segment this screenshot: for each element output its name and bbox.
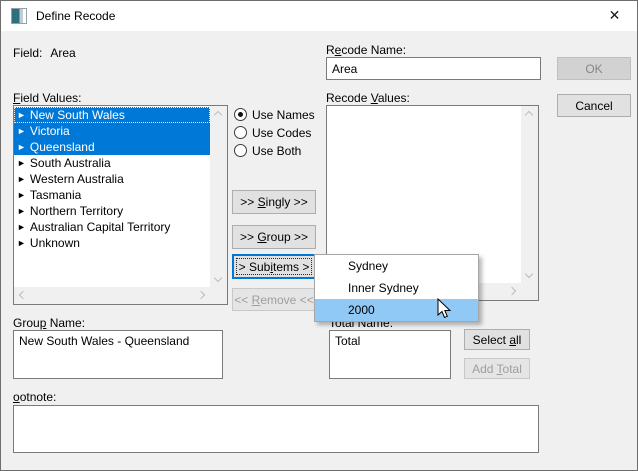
field-value: Area	[50, 46, 75, 60]
scroll-right-icon[interactable]	[197, 291, 205, 299]
cancel-button[interactable]: Cancel	[557, 94, 631, 117]
footnote-input[interactable]	[13, 405, 539, 453]
recode-name-input[interactable]	[326, 57, 541, 80]
field-value-item[interactable]: ►Unknown	[14, 235, 210, 251]
menu-item-sydney[interactable]: Sydney	[315, 255, 478, 277]
scroll-down-icon[interactable]	[214, 274, 222, 282]
select-all-button[interactable]: Select all	[464, 329, 530, 350]
subitems-menu: Sydney Inner Sydney 2000	[314, 254, 479, 322]
triangle-right-icon: ►	[17, 187, 26, 203]
triangle-right-icon: ►	[17, 155, 26, 171]
ok-button[interactable]: OK	[557, 57, 631, 80]
radio-unselected-icon	[234, 126, 247, 139]
radio-use-both[interactable]: Use Both	[234, 143, 301, 158]
triangle-right-icon: ►	[17, 139, 26, 155]
field-value-item[interactable]: ►New South Wales	[14, 107, 210, 123]
field-value-item[interactable]: ►Victoria	[14, 123, 210, 139]
field-values-list[interactable]: ►New South Wales ►Victoria ►Queensland ►…	[13, 105, 228, 305]
field-value-item[interactable]: ►Queensland	[14, 139, 210, 155]
mouse-cursor-icon	[437, 298, 452, 323]
window-title: Define Recode	[36, 9, 115, 23]
vertical-scrollbar[interactable]	[210, 106, 227, 287]
scroll-up-icon[interactable]	[214, 111, 222, 119]
radio-unselected-icon	[234, 144, 247, 157]
radio-use-codes[interactable]: Use Codes	[234, 125, 311, 140]
scrollbar-corner	[521, 283, 538, 300]
title-bar[interactable]: Define Recode ✕	[1, 1, 637, 31]
group-button[interactable]: >> Group >>	[232, 225, 316, 249]
footnote-label: ootnote:	[13, 390, 56, 404]
field-value-item[interactable]: ►South Australia	[14, 155, 210, 171]
remove-button[interactable]: << Remove <<	[232, 288, 316, 311]
field-values-label: Field Values:	[13, 91, 82, 105]
scroll-right-icon[interactable]	[508, 287, 516, 295]
field-value-item[interactable]: ►Northern Territory	[14, 203, 210, 219]
app-icon	[11, 8, 27, 24]
scroll-left-icon[interactable]	[19, 291, 27, 299]
define-recode-dialog: Define Recode ✕ Field:Area Recode Name: …	[0, 0, 638, 471]
scroll-up-icon[interactable]	[525, 111, 533, 119]
triangle-right-icon: ►	[17, 107, 26, 123]
add-total-button[interactable]: Add Total	[464, 358, 530, 379]
triangle-right-icon: ►	[17, 123, 26, 139]
singly-button[interactable]: >> Singly >>	[232, 190, 316, 214]
close-button[interactable]: ✕	[592, 1, 637, 30]
total-list[interactable]: Total	[329, 330, 451, 379]
triangle-right-icon: ►	[17, 171, 26, 187]
horizontal-scrollbar[interactable]	[14, 287, 210, 304]
close-icon: ✕	[609, 7, 621, 24]
triangle-right-icon: ►	[17, 203, 26, 219]
scrollbar-corner	[210, 287, 227, 304]
recode-values-label: Recode Values:	[326, 91, 410, 105]
field-value-item[interactable]: ►Western Australia	[14, 171, 210, 187]
subitems-button[interactable]: > Subitems >	[232, 254, 316, 279]
triangle-right-icon: ►	[17, 235, 26, 251]
triangle-right-icon: ►	[17, 219, 26, 235]
total-list-item[interactable]: Total	[335, 334, 445, 348]
field-label: Field:Area	[13, 46, 76, 60]
field-value-item[interactable]: ►Australian Capital Territory	[14, 219, 210, 235]
scroll-down-icon[interactable]	[525, 270, 533, 278]
menu-item-inner-sydney[interactable]: Inner Sydney	[315, 277, 478, 299]
recode-name-label: Recode Name:	[326, 43, 406, 57]
field-values-items: ►New South Wales ►Victoria ►Queensland ►…	[14, 106, 210, 287]
group-name-input[interactable]: New South Wales - Queensland	[13, 330, 223, 379]
field-value-item[interactable]: ►Tasmania	[14, 187, 210, 203]
radio-selected-icon	[234, 108, 247, 121]
menu-item-2000[interactable]: 2000	[315, 299, 478, 321]
radio-use-names[interactable]: Use Names	[234, 107, 315, 122]
vertical-scrollbar[interactable]	[521, 106, 538, 283]
group-name-label: Group Name:	[13, 316, 85, 330]
